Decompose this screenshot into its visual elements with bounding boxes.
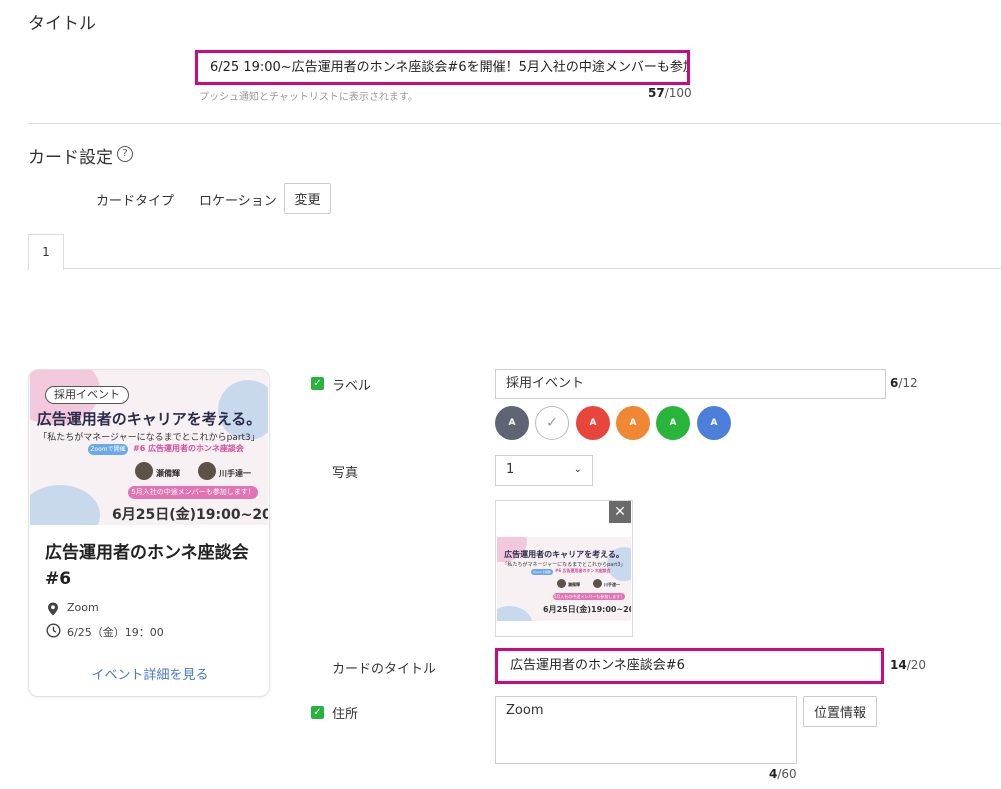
tab-bar-line bbox=[64, 268, 1001, 269]
label-checkbox[interactable]: ✓ bbox=[311, 377, 324, 390]
location-info-button[interactable]: 位置情報 bbox=[803, 696, 877, 727]
chevron-down-icon: ⌄ bbox=[573, 464, 582, 475]
label-input[interactable]: 採用イベント bbox=[495, 369, 886, 399]
clock-icon bbox=[46, 623, 61, 638]
preview-datetime: 6/25（金）19：00 bbox=[67, 626, 164, 639]
card-title-char-counter: 14/20 bbox=[890, 658, 927, 672]
color-swatch-blue[interactable]: A bbox=[697, 406, 731, 440]
address-textarea[interactable]: Zoom bbox=[495, 696, 797, 764]
color-swatch-red[interactable]: A bbox=[576, 406, 610, 440]
tab-card-1[interactable]: 1 bbox=[28, 234, 64, 270]
photo-count-value: 1 bbox=[506, 462, 515, 477]
card-title-input[interactable]: 広告運用者のホンネ座談会#6 bbox=[495, 648, 884, 684]
title-hint: プッシュ通知とチャットリストに表示されます。 bbox=[199, 92, 418, 103]
card-type-label: カードタイプ bbox=[96, 194, 175, 209]
preview-card-title: 広告運用者のホンネ座談会#6 bbox=[45, 543, 249, 589]
photo-thumbnail-image: 広告運用者のキャリアを考える。 「私たちがマネージャーになるまでとこれからpar… bbox=[497, 537, 631, 621]
title-char-counter: 57/100 bbox=[648, 86, 692, 100]
card-title-field-label: カードのタイトル bbox=[332, 662, 437, 677]
photo-count-select[interactable]: 1 ⌄ bbox=[495, 455, 593, 486]
card-settings-heading: カード設定 bbox=[28, 148, 113, 168]
title-section-heading: タイトル bbox=[28, 14, 96, 34]
speaker-avatar-2 bbox=[198, 462, 216, 480]
address-checkbox[interactable]: ✓ bbox=[311, 706, 324, 719]
speaker-avatar-1 bbox=[135, 462, 153, 480]
preview-location: Zoom bbox=[67, 601, 99, 614]
photo-field-label: 写真 bbox=[332, 466, 359, 481]
remove-photo-button[interactable]: ✕ bbox=[609, 501, 631, 523]
color-swatch-green[interactable]: A bbox=[656, 406, 690, 440]
color-swatch-orange[interactable]: A bbox=[616, 406, 650, 440]
label-field-label: ラベル bbox=[332, 379, 372, 394]
location-pin-icon bbox=[47, 601, 59, 616]
help-icon[interactable]: ? bbox=[117, 146, 133, 162]
card-preview: 広告運用者のキャリアを考える。 「私たちがマネージャーになるまでとこれからpar… bbox=[28, 369, 270, 697]
color-swatch-white-selected[interactable]: ✓ bbox=[535, 406, 569, 440]
label-char-counter: 6/12 bbox=[890, 376, 918, 390]
event-details-link[interactable]: イベント詳細を見る bbox=[29, 664, 269, 683]
card-type-value: ロケーション bbox=[199, 194, 277, 209]
address-char-counter: 4/60 bbox=[769, 767, 797, 781]
title-input[interactable]: 6/25 19:00~広告運用者のホンネ座談会#6を開催！5月入社の中途メンバー… bbox=[195, 50, 690, 85]
section-divider bbox=[28, 123, 1001, 124]
color-swatch-gray[interactable]: A bbox=[495, 406, 529, 440]
preview-label-badge: 採用イベント bbox=[45, 386, 129, 404]
change-card-type-button[interactable]: 変更 bbox=[284, 183, 331, 214]
address-field-label: 住所 bbox=[332, 707, 359, 722]
